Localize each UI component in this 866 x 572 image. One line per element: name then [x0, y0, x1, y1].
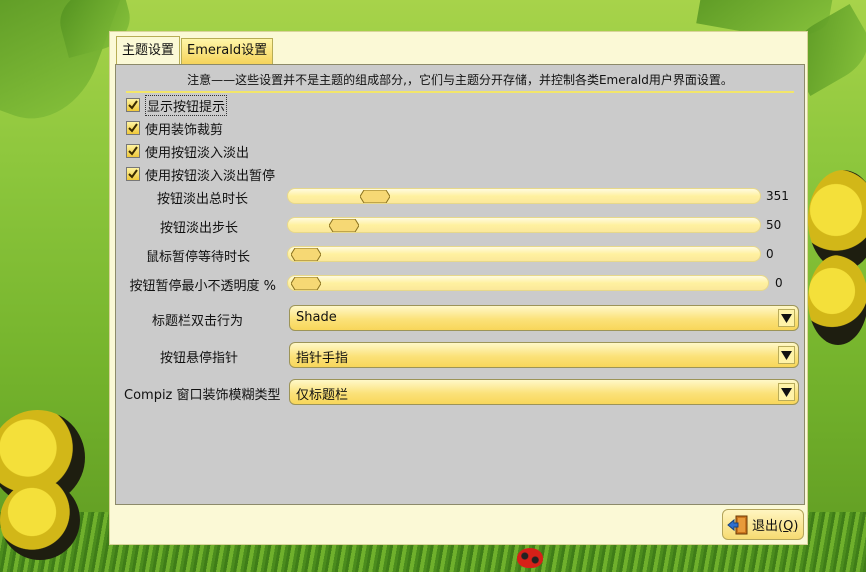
combo-label: 按钮悬停指针	[160, 351, 239, 366]
combo-value: 指针手指	[296, 351, 349, 366]
combo-value: 仅标题栏	[296, 388, 349, 403]
slider-fade-step[interactable]	[287, 217, 761, 233]
checkbox-label: 显示按钮提示	[145, 94, 228, 116]
slider-knob-icon[interactable]	[291, 248, 321, 261]
checkmark-icon[interactable]	[126, 167, 140, 181]
checkbox-label: 使用按钮淡入淡出	[145, 145, 250, 161]
dropdown-arrow-icon[interactable]	[778, 383, 795, 401]
settings-window: 主题设置 Emerald设置 注意——这些设置并不是主题的组成部分,，它们与主题…	[109, 31, 808, 545]
ladybug-decoration	[517, 548, 543, 568]
slider-pause-min-opacity[interactable]	[287, 275, 769, 291]
dropdown-arrow-icon[interactable]	[778, 346, 795, 364]
slider-pause-wait[interactable]	[287, 246, 761, 262]
slider-value: 351	[766, 189, 789, 203]
slider-knob-icon[interactable]	[291, 277, 321, 290]
combo-value: Shade	[296, 310, 337, 325]
checkmark-icon[interactable]	[126, 144, 140, 158]
quit-button[interactable]: 退出(Q)	[722, 509, 804, 540]
checkmark-icon[interactable]	[126, 121, 140, 135]
slider-value: 50	[766, 218, 782, 232]
slider-knob-icon[interactable]	[360, 190, 390, 203]
checkbox-label: 使用按钮淡入淡出暂停	[145, 168, 276, 184]
quit-label: 退出(Q)	[752, 519, 799, 534]
dropdown-arrow-icon[interactable]	[778, 309, 795, 327]
titlebar-double-click-select[interactable]: Shade	[289, 305, 799, 331]
notice-text: 注意——这些设置并不是主题的组成部分,，它们与主题分开存储，并控制各类Emera…	[187, 73, 733, 87]
checkmark-icon[interactable]	[126, 98, 140, 112]
slider-value: 0	[775, 276, 783, 290]
compiz-blur-type-select[interactable]: 仅标题栏	[289, 379, 799, 405]
tab-bar: 主题设置 Emerald设置	[116, 36, 274, 64]
checkbox-use-decoration-clipping[interactable]: 使用装饰裁剪	[126, 119, 224, 138]
slider-knob-icon[interactable]	[329, 219, 359, 232]
settings-panel: 注意——这些设置并不是主题的组成部分,，它们与主题分开存储，并控制各类Emera…	[115, 64, 805, 505]
tab-theme-settings[interactable]: 主题设置	[116, 36, 181, 64]
tab-emerald-settings[interactable]: Emerald设置	[181, 38, 274, 64]
slider-value: 0	[766, 247, 774, 261]
slider-label: 按钮淡出步长	[159, 221, 238, 236]
butterfly-decoration	[808, 170, 866, 360]
exit-door-icon	[727, 515, 748, 534]
checkbox-use-button-fade[interactable]: 使用按钮淡入淡出	[126, 142, 250, 161]
checkbox-use-button-fade-pause[interactable]: 使用按钮淡入淡出暂停	[126, 165, 276, 184]
combo-label: 标题栏双击行为	[152, 314, 244, 329]
checkbox-show-button-tooltips[interactable]: 显示按钮提示	[126, 94, 228, 116]
slider-label: 鼠标暂停等待时长	[145, 250, 250, 265]
button-hover-cursor-select[interactable]: 指针手指	[289, 342, 799, 368]
divider	[126, 91, 794, 93]
combo-label: Compiz 窗口装饰模糊类型	[124, 388, 281, 403]
checkbox-label: 使用装饰裁剪	[145, 122, 224, 138]
slider-fade-total-duration[interactable]	[287, 188, 761, 204]
butterfly-decoration	[0, 410, 110, 560]
slider-label: 按钮暂停最小不透明度 %	[129, 279, 277, 294]
slider-label: 按钮淡出总时长	[156, 192, 248, 207]
